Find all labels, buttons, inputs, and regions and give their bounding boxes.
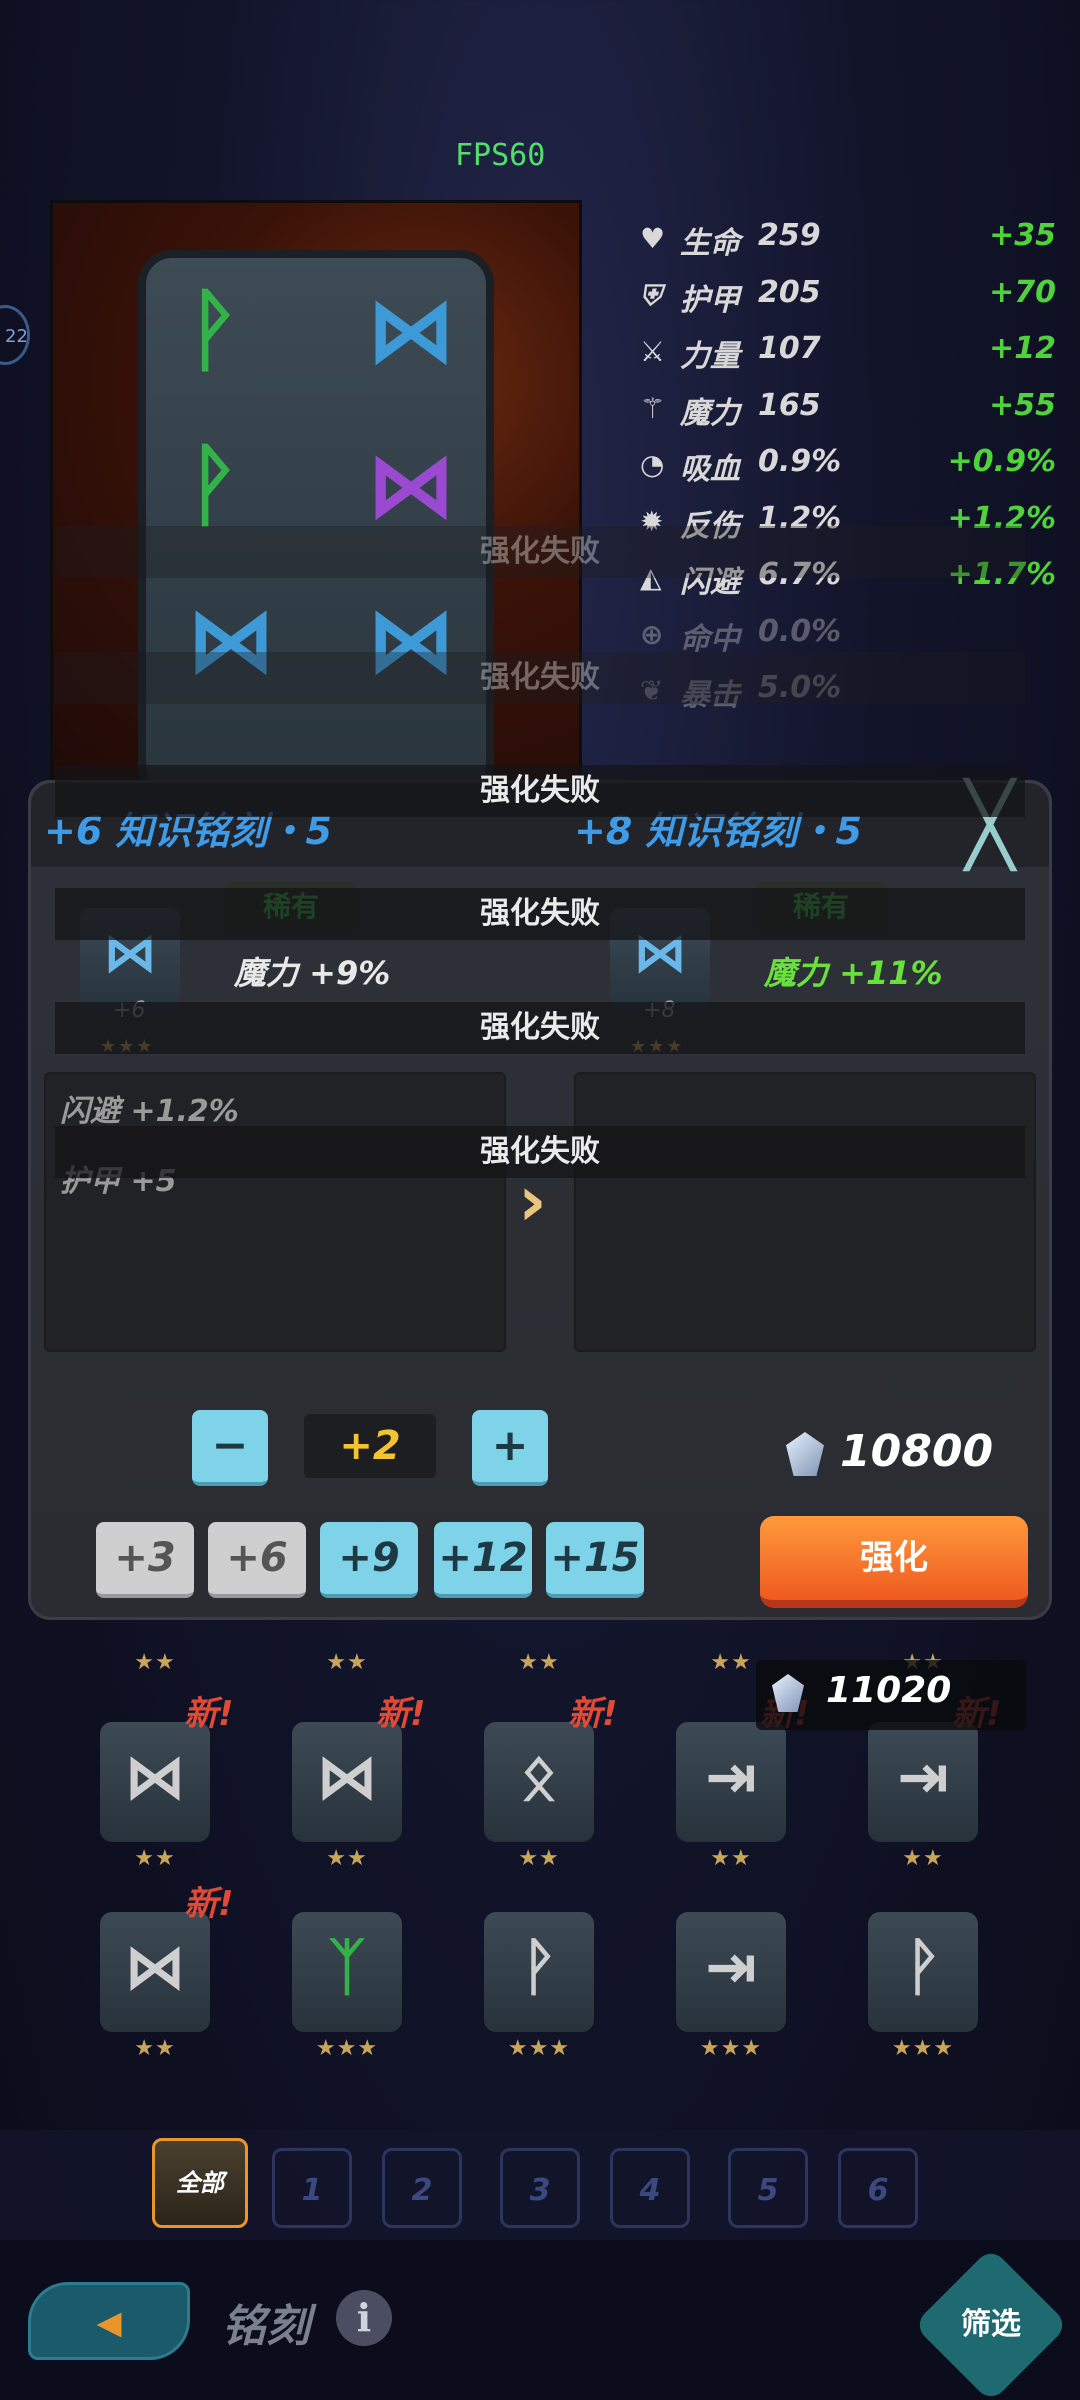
board-rune-icon[interactable]: ⋈: [366, 278, 456, 383]
stat-name: 命中: [680, 621, 740, 657]
stat-value: 205: [758, 274, 821, 310]
wand-icon: ⚚: [640, 391, 666, 425]
heart-icon: ♥: [640, 222, 666, 255]
stat-bonus: +70: [989, 274, 1056, 310]
fail-toast: 强化失败: [55, 652, 1025, 704]
rune-piece[interactable]: ⇥: [868, 1722, 978, 1842]
rune-stars: ★★★: [699, 2036, 763, 2061]
rune-stars: ★★: [902, 1846, 944, 1871]
rune-stars: ★★★: [315, 2036, 379, 2061]
quick-plus12-button[interactable]: +12: [434, 1522, 532, 1598]
stats-panel: ♥ 生命 259 +35 ⛨ 护甲 205 +70 ⚔ 力量 107 +12 ⚚ 魔力 165 +55 ◔ 吸血 0…: [636, 212, 1056, 721]
fps-counter: FPS60: [455, 138, 546, 173]
new-badge: 新!: [184, 1694, 234, 1734]
back-button[interactable]: ◂: [28, 2282, 190, 2360]
new-badge: 新!: [184, 1884, 234, 1924]
stat-value: 107: [758, 331, 821, 366]
back-arrow-icon: ◂: [96, 2292, 122, 2350]
tab-1[interactable]: 1: [272, 2148, 352, 2228]
stat-name: 生命: [680, 226, 740, 261]
rune-stars: ★★: [134, 2036, 176, 2061]
stat-row: ⛨ 护甲 205 +70: [636, 269, 1056, 326]
stat-row: ⚚ 魔力 165 +55: [636, 382, 1056, 439]
stat-value: 0.0%: [758, 613, 842, 649]
rune-piece[interactable]: ⋈: [100, 1912, 210, 2032]
tab-5[interactable]: 5: [728, 2148, 808, 2228]
stat-row: ⚔ 力量 107 +12: [636, 325, 1056, 382]
crystal-balance: 11020: [756, 1660, 1026, 1730]
filter-label: 筛选: [961, 2307, 1021, 2342]
increase-level-button[interactable]: +: [472, 1410, 548, 1486]
tab-all[interactable]: 全部: [152, 2138, 248, 2228]
stat-value: 0.9%: [758, 444, 842, 479]
upgrade-cost: 10800: [840, 1426, 994, 1477]
stat-bonus: +0.9%: [947, 444, 1056, 479]
quick-plus6-button[interactable]: +6: [208, 1522, 306, 1598]
left-substat-1: 闪避 +1.2%: [60, 1094, 239, 1129]
rune-stars: ★★: [134, 1650, 176, 1675]
sword-icon: ⚔: [640, 335, 666, 368]
stat-value: 165: [758, 387, 821, 423]
crystal-balance-value: 11020: [826, 1670, 952, 1711]
fail-toast: 强化失败: [55, 888, 1025, 940]
rune-stars: ★★: [134, 1846, 176, 1871]
fail-toast: 强化失败: [55, 526, 1025, 578]
stat-name: 力量: [680, 339, 740, 374]
rune-piece[interactable]: ⋈: [292, 1722, 402, 1842]
side-indicator[interactable]: 22: [0, 305, 30, 365]
stat-name: 吸血: [680, 452, 740, 487]
right-main-stat: 魔力 +11%: [764, 954, 943, 992]
stat-name: 护甲: [680, 282, 740, 318]
rune-piece[interactable]: ᛟ: [484, 1722, 594, 1842]
new-badge: 新!: [376, 1694, 426, 1734]
board-rune-icon[interactable]: ᚹ: [186, 278, 240, 383]
tab-6[interactable]: 6: [838, 2148, 918, 2228]
new-badge: 新!: [568, 1694, 618, 1734]
stat-bonus: +55: [989, 387, 1056, 423]
tab-4[interactable]: 4: [610, 2148, 690, 2228]
rune-stars: ★★: [518, 1650, 560, 1675]
rune-stars: ★★: [710, 1846, 752, 1871]
rune-tablet: ᚹ ⋈ ᚹ ⋈ ⋈ ⋈: [138, 250, 494, 800]
rune-stars: ★★★: [891, 2036, 955, 2061]
crystal-icon: [772, 1674, 804, 1712]
quick-plus3-button[interactable]: +3: [96, 1522, 194, 1598]
fail-toast: 强化失败: [55, 765, 1025, 817]
info-button[interactable]: i: [336, 2290, 392, 2346]
rune-piece[interactable]: ⇥: [676, 1912, 786, 2032]
decrease-level-button[interactable]: −: [192, 1410, 268, 1486]
stat-row: ♥ 生命 259 +35: [636, 212, 1056, 269]
right-substats-panel: [574, 1072, 1036, 1352]
stat-bonus: +35: [989, 218, 1056, 253]
stat-name: 魔力: [680, 395, 740, 431]
rune-piece[interactable]: ᚹ: [868, 1912, 978, 2032]
tab-3[interactable]: 3: [500, 2148, 580, 2228]
stat-row: ◔ 吸血 0.9% +0.9%: [636, 438, 1056, 495]
rune-piece[interactable]: ⇥: [676, 1722, 786, 1842]
lifesteal-icon: ◔: [640, 448, 665, 481]
rune-stars: ★★: [326, 1846, 368, 1871]
quick-plus15-button[interactable]: +15: [546, 1522, 644, 1598]
board-rune-icon[interactable]: ⋈: [366, 433, 456, 538]
crosshair-icon: ⊕: [640, 617, 664, 651]
rune-piece[interactable]: ᚹ: [484, 1912, 594, 2032]
rune-piece[interactable]: ᛉ: [292, 1912, 402, 2032]
strengthen-button[interactable]: 强化: [760, 1516, 1028, 1608]
quick-plus9-button[interactable]: +9: [320, 1522, 418, 1598]
stat-value: 259: [758, 218, 821, 253]
fail-toast: 强化失败: [55, 1126, 1025, 1178]
rune-piece[interactable]: ⋈: [100, 1722, 210, 1842]
page-title: 铭刻: [222, 2301, 310, 2352]
stat-bonus: +12: [989, 331, 1056, 366]
shield-icon: ⛨: [640, 278, 662, 312]
fail-toast: 强化失败: [55, 1002, 1025, 1054]
board-rune-icon[interactable]: ᚹ: [186, 433, 240, 538]
left-main-stat: 魔力 +9%: [234, 954, 391, 992]
rune-stars: ★★: [326, 1650, 368, 1675]
target-level-display: +2: [304, 1414, 436, 1478]
rune-stars: ★★★: [507, 2036, 571, 2061]
rune-stars: ★★: [518, 1846, 560, 1871]
tab-2[interactable]: 2: [382, 2148, 462, 2228]
